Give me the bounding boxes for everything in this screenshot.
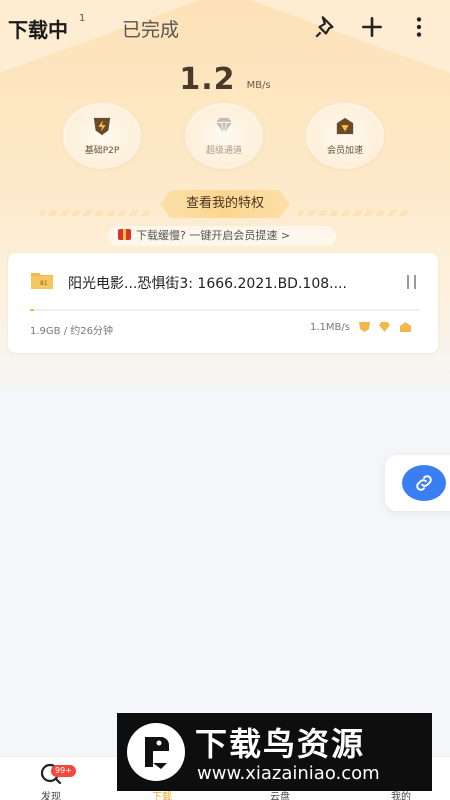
vip-small-icon xyxy=(400,322,411,332)
watermark-logo xyxy=(127,723,185,781)
feature-label: 会员加速 xyxy=(326,146,363,156)
view-privileges-button[interactable]: 查看我的特权 xyxy=(160,190,290,218)
size-remaining: 1.9GB / 约26分钟 xyxy=(30,326,113,337)
watermark-url: www.xiazainiao.com xyxy=(197,763,380,784)
tab-downloading[interactable]: 下载中 xyxy=(8,14,68,43)
feature-super-channel[interactable]: 超级通道 xyxy=(188,106,260,166)
pause-icon[interactable] xyxy=(405,275,419,291)
diamond-icon xyxy=(215,117,233,134)
vip-boost-icon xyxy=(336,117,354,135)
feature-vip-boost[interactable]: 会员加速 xyxy=(309,106,381,166)
feature-p2p[interactable]: 基础P2P xyxy=(66,106,138,166)
speed-display: 1.2 MB/s xyxy=(0,62,450,97)
download-progress-fill xyxy=(30,309,34,311)
speedup-hint[interactable]: 下载缓慢? 一键开启会员提速 > xyxy=(108,226,336,246)
download-task-card[interactable]: 81 阳光电影...恐惧街3: 1666.2021.BD.108.... 1.9… xyxy=(8,253,438,353)
feature-label: 基础P2P xyxy=(84,146,120,156)
p2p-icon xyxy=(93,117,111,136)
add-link-button[interactable] xyxy=(402,465,446,501)
decor-stripes-right xyxy=(298,210,408,216)
speed-value: 1.2 xyxy=(179,62,236,97)
more-vertical-icon[interactable] xyxy=(406,14,432,40)
watermark-title: 下载鸟资源 xyxy=(195,725,366,763)
nav-label: 发现 xyxy=(41,792,61,800)
download-rate: 1.1MB/s xyxy=(310,322,350,333)
discover-badge: 99+ xyxy=(51,765,76,777)
diamond-small-icon xyxy=(379,322,390,332)
tab-completed[interactable]: 已完成 xyxy=(122,15,179,42)
watermark-banner: 下载鸟资源 www.xiazainiao.com xyxy=(117,713,432,791)
pin-icon[interactable] xyxy=(313,14,339,40)
speedup-hint-text: 下载缓慢? 一键开启会员提速 > xyxy=(136,229,291,242)
folder-badge: 81 xyxy=(40,280,48,287)
link-icon xyxy=(416,475,432,491)
feature-label: 超级通道 xyxy=(205,146,242,156)
floating-link-panel xyxy=(385,455,450,511)
p2p-small-icon xyxy=(359,322,370,332)
decor-stripes-left xyxy=(40,210,150,216)
gift-icon xyxy=(118,229,131,240)
folder-icon: 81 xyxy=(31,273,53,289)
top-bar: 下载中 1 已完成 xyxy=(0,10,450,46)
feature-row: 基础P2P 超级通道 会员加速 xyxy=(0,106,450,176)
speed-unit: MB/s xyxy=(246,80,271,91)
nav-discover[interactable]: 99+ 发现 xyxy=(21,761,81,800)
tab-downloading-count: 1 xyxy=(79,13,86,24)
file-name: 阳光电影...恐惧街3: 1666.2021.BD.108.... xyxy=(68,276,347,292)
download-progress-bar xyxy=(30,309,420,311)
plus-icon[interactable] xyxy=(359,14,385,40)
